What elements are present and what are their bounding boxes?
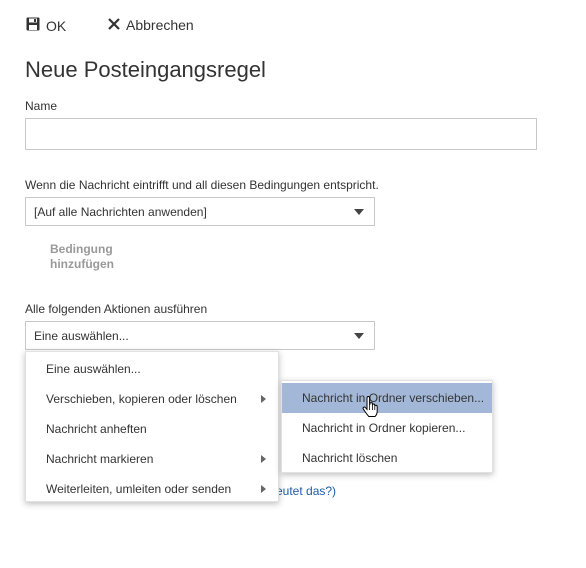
menu-item-label: Weiterleiten, umleiten oder senden [46, 482, 232, 496]
add-condition-line2: hinzufügen [50, 257, 114, 271]
move-copy-delete-submenu: Nachricht in Ordner verschieben... Nachr… [281, 380, 493, 473]
menu-item-label: Eine auswählen... [46, 362, 141, 376]
menu-item-choose[interactable]: Eine auswählen... [26, 354, 278, 384]
add-condition-button[interactable]: Bedingung hinzufügen [50, 242, 114, 272]
ok-button[interactable]: OK [26, 17, 66, 34]
chevron-right-icon [261, 455, 266, 463]
chevron-right-icon [261, 395, 266, 403]
submenu-item-label: Nachricht in Ordner kopieren... [302, 421, 466, 435]
menu-item-move-copy-delete[interactable]: Verschieben, kopieren oder löschen [26, 384, 278, 414]
action-menu: Eine auswählen... Verschieben, kopieren … [25, 351, 279, 502]
menu-item-label: Nachricht markieren [46, 452, 154, 466]
submenu-item-label: Nachricht in Ordner verschieben... [302, 391, 485, 405]
name-input[interactable] [25, 118, 537, 150]
ok-label: OK [46, 17, 67, 34]
condition-label: Wenn die Nachricht eintrifft und all die… [25, 178, 379, 192]
menu-item-label: Verschieben, kopieren oder löschen [46, 392, 237, 406]
submenu-item-copy[interactable]: Nachricht in Ordner kopieren... [282, 413, 492, 443]
menu-item-mark[interactable]: Nachricht markieren [26, 444, 278, 474]
condition-select[interactable]: [Auf alle Nachrichten anwenden] [25, 197, 375, 226]
name-label: Name [25, 99, 58, 113]
help-link[interactable]: eutet das?) [276, 484, 336, 498]
action-select[interactable]: Eine auswählen... [25, 321, 375, 350]
cancel-button[interactable]: Abbrechen [108, 17, 194, 33]
chevron-right-icon [261, 485, 266, 493]
menu-item-forward[interactable]: Weiterleiten, umleiten oder senden [26, 474, 278, 504]
add-condition-line1: Bedingung [50, 242, 113, 256]
chevron-down-icon [354, 332, 364, 339]
page-title: Neue Posteingangsregel [25, 57, 266, 82]
menu-item-pin[interactable]: Nachricht anheften [26, 414, 278, 444]
chevron-down-icon [354, 208, 364, 215]
action-label: Alle folgenden Aktionen ausführen [25, 302, 208, 316]
submenu-item-label: Nachricht löschen [302, 451, 398, 465]
save-icon [26, 17, 40, 34]
submenu-item-delete[interactable]: Nachricht löschen [282, 443, 492, 473]
menu-item-label: Nachricht anheften [46, 422, 147, 436]
close-icon [108, 17, 120, 33]
condition-select-value: [Auf alle Nachrichten anwenden] [34, 204, 207, 219]
hand-cursor-icon [362, 395, 380, 423]
action-select-value: Eine auswählen... [34, 328, 129, 343]
submenu-item-move[interactable]: Nachricht in Ordner verschieben... [282, 383, 492, 413]
cancel-label: Abbrechen [126, 17, 194, 33]
